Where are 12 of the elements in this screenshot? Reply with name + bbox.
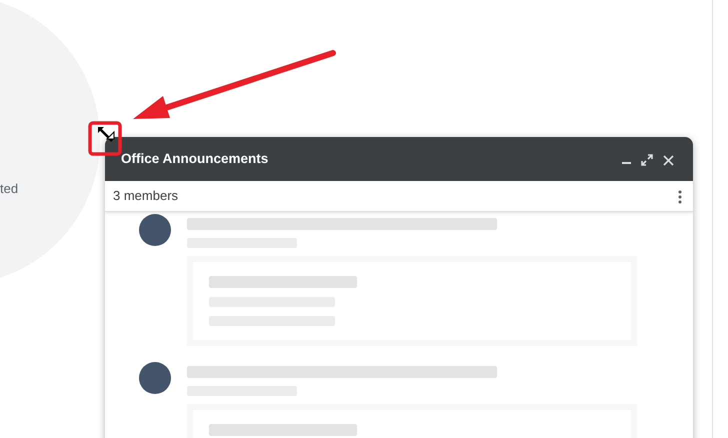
- expand-icon: [641, 154, 653, 166]
- avatar: [139, 214, 171, 246]
- cut-off-text: ted: [0, 180, 18, 198]
- member-count: 3 members: [113, 187, 178, 206]
- highlight-box: [88, 121, 122, 156]
- expand-button[interactable]: [638, 152, 656, 166]
- window-title: Office Announcements: [121, 150, 268, 168]
- avatar: [139, 362, 171, 394]
- more-icon: [678, 190, 682, 204]
- minimize-icon: [622, 162, 631, 164]
- close-icon: [663, 154, 674, 166]
- resize-cursor-icon: [98, 127, 114, 142]
